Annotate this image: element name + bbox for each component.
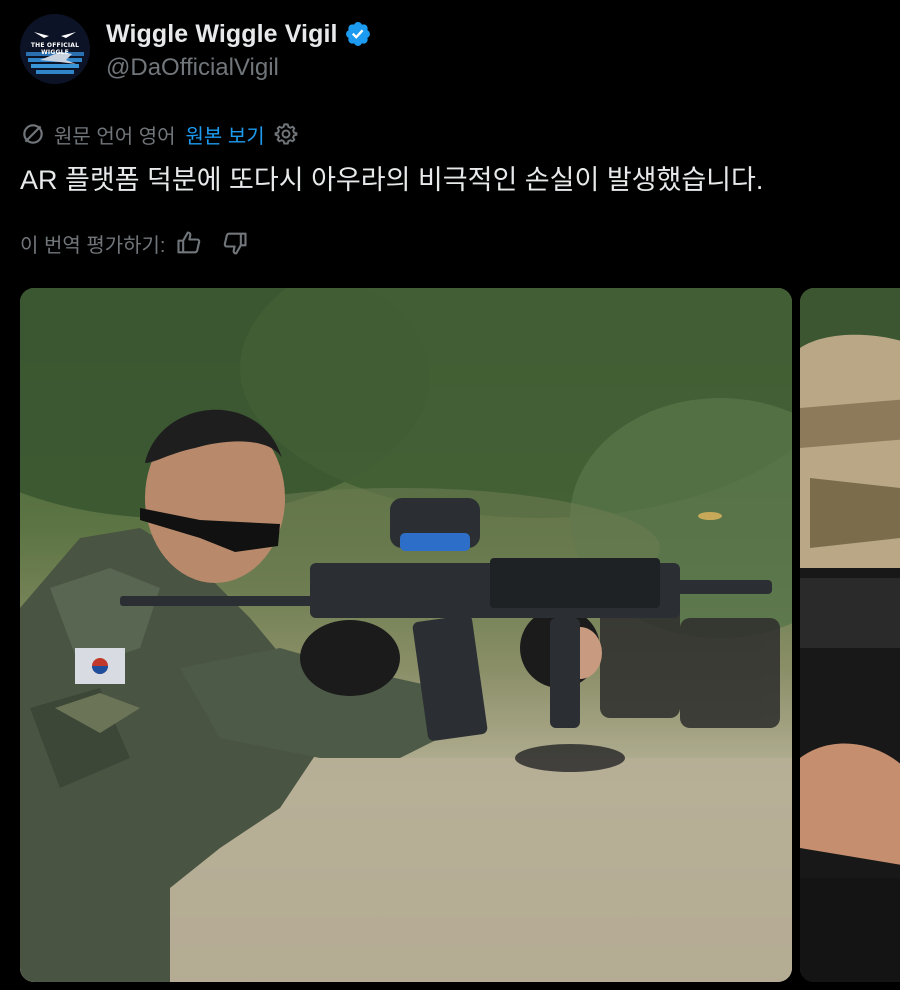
avatar[interactable]: THE OFFICIAL WIGGLE [20, 14, 90, 84]
rate-translation-label: 이 번역 평가하기: [20, 234, 166, 257]
verified-badge-icon[interactable] [344, 20, 372, 48]
avatar-text: THE OFFICIAL WIGGLE [30, 42, 80, 56]
rate-translation-row: 이 번역 평가하기: [20, 226, 249, 260]
tweet-header: THE OFFICIAL WIGGLE Wiggle Wiggle Vigil … [20, 14, 372, 84]
user-handle[interactable]: @DaOfficialVigil [106, 54, 372, 82]
display-name-row: Wiggle Wiggle Vigil [106, 18, 372, 50]
media-photo-2[interactable] [800, 288, 900, 982]
tweet-text: AR 플랫폼 덕분에 또다시 아우라의 비극적인 손실이 발생했습니다. [20, 165, 764, 195]
translated-from-label: 원문 언어 영어 [54, 125, 176, 148]
soldier-shooting-photo [20, 288, 792, 982]
media-grid [20, 288, 900, 982]
translation-bar: 원문 언어 영어 원본 보기 [20, 118, 299, 150]
display-name[interactable]: Wiggle Wiggle Vigil [106, 20, 338, 49]
show-original-link[interactable]: 원본 보기 [186, 120, 265, 149]
user-names: Wiggle Wiggle Vigil @DaOfficialVigil [106, 18, 372, 82]
soldier-helmet-photo [800, 288, 900, 982]
thumbs-up-icon[interactable] [175, 229, 203, 257]
gear-icon[interactable] [273, 121, 299, 147]
translate-icon [23, 124, 43, 144]
thumbs-down-icon[interactable] [221, 229, 249, 257]
media-photo-1[interactable] [20, 288, 792, 982]
